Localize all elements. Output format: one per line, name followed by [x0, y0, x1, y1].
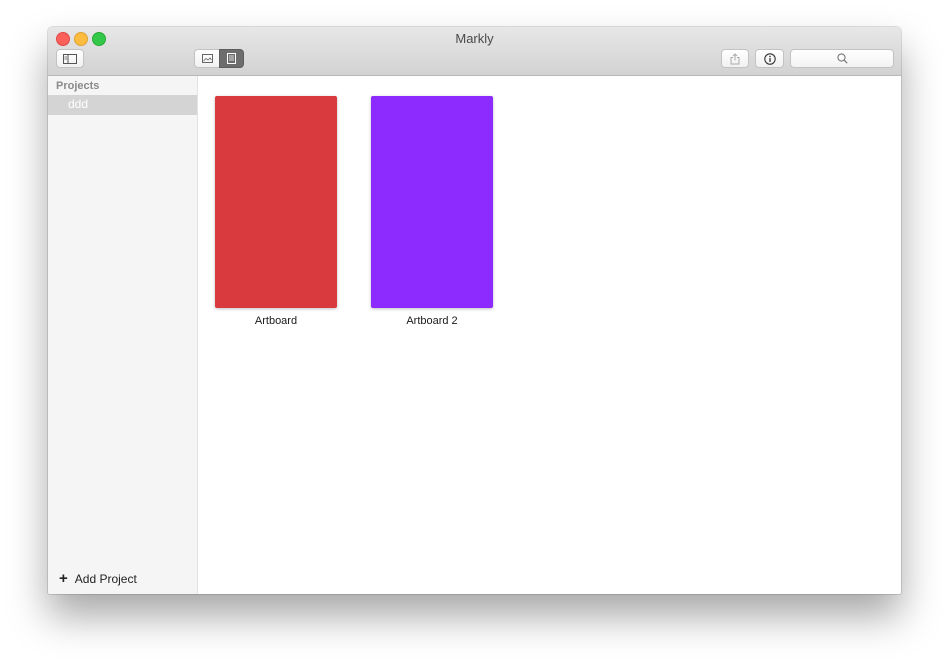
window-title: Markly — [455, 31, 494, 46]
image-view-button[interactable] — [194, 49, 219, 68]
sidebar-icon — [63, 53, 77, 64]
app-window: Markly Projects ddd + Add Project Artboa… — [48, 27, 901, 594]
plus-icon: + — [59, 570, 68, 587]
share-icon — [730, 52, 740, 64]
artboard-thumbnail[interactable] — [215, 96, 337, 308]
info-icon — [763, 52, 776, 65]
artboard-grid: Artboard Artboard 2 — [198, 76, 901, 594]
add-project-label: Add Project — [74, 572, 137, 586]
artboard-thumbnail[interactable] — [371, 96, 493, 308]
add-project-button[interactable]: + Add Project — [59, 570, 137, 587]
document-icon — [227, 53, 236, 64]
artboard-card[interactable]: Artboard 2 — [371, 96, 493, 327]
artboard-label: Artboard — [254, 315, 298, 327]
sidebar-toggle-button[interactable] — [56, 49, 84, 68]
sidebar-item-ddd[interactable]: ddd — [48, 95, 197, 115]
image-icon — [201, 54, 213, 63]
search-input[interactable] — [791, 50, 893, 67]
artboard-card[interactable]: Artboard — [215, 96, 337, 327]
info-button[interactable] — [755, 49, 784, 68]
projects-sidebar: Projects ddd + Add Project — [48, 76, 198, 594]
titlebar: Markly — [48, 27, 901, 76]
search-field[interactable] — [790, 49, 894, 68]
sidebar-header: Projects — [56, 80, 100, 92]
document-view-button[interactable] — [219, 49, 244, 68]
artboard-label: Artboard 2 — [406, 315, 458, 327]
share-button[interactable] — [721, 49, 749, 68]
view-mode-segmented-control — [194, 49, 244, 68]
sidebar-item-label: ddd — [68, 97, 89, 111]
